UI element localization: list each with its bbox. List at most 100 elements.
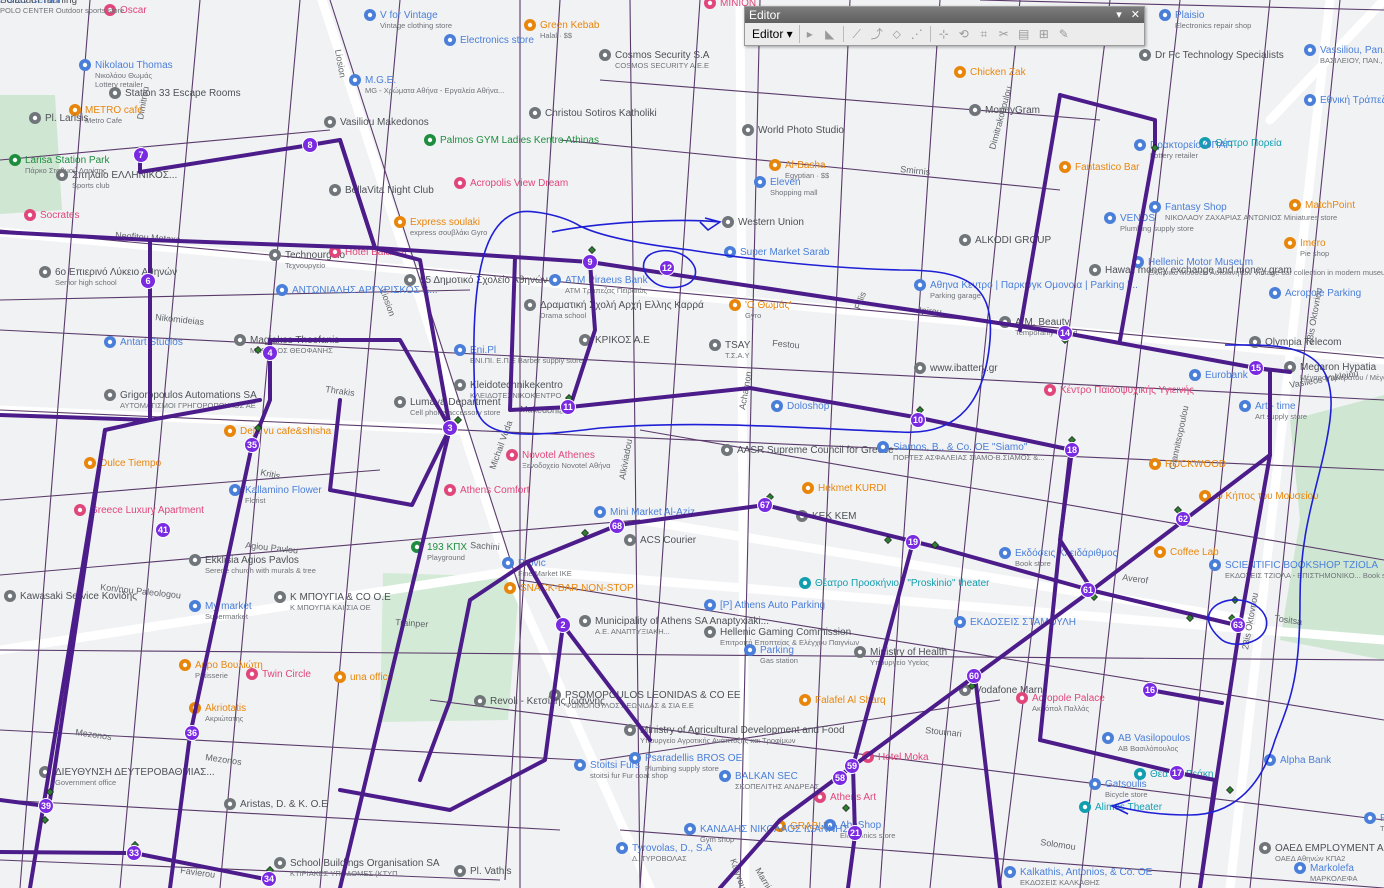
route-node[interactable]: 21: [847, 825, 863, 841]
reshape-icon[interactable]: ⌗: [976, 26, 992, 42]
route-node[interactable]: 61: [1080, 582, 1096, 598]
route-node[interactable]: 33: [126, 845, 142, 861]
poi-marker[interactable]: ΕΚΔΟΣΕΙΣ ΣΤΑΜΟΥΛΗ: [954, 616, 1076, 628]
route-node[interactable]: 68: [609, 518, 625, 534]
route-node[interactable]: 39: [38, 798, 54, 814]
rotate-tool-icon[interactable]: ⟲: [956, 26, 972, 42]
cut-polygons-icon[interactable]: ✂: [996, 26, 1012, 42]
poi-subtitle: Vintage clothing store: [380, 21, 452, 30]
map-canvas[interactable]: Neofitou MetaxaNikomideiasThrakisKritisM…: [0, 0, 1384, 888]
poi-pin-dot: [962, 237, 968, 243]
poi-marker[interactable]: Pl. Larisis: [29, 112, 88, 124]
poi-marker[interactable]: Dr Pc Technology Specialists: [1139, 49, 1284, 61]
poi-marker[interactable]: Station 33 Escape Rooms: [109, 87, 241, 99]
poi-name: Megaron Hypatia: [1300, 362, 1377, 373]
poi-marker[interactable]: Eurobank: [1189, 369, 1249, 381]
poi-marker[interactable]: Aristas, D. & K. O.E: [224, 798, 328, 810]
poi-marker[interactable]: Revoli - Κετσίλης Ιωάννης: [474, 695, 605, 707]
route-node[interactable]: 18: [1064, 442, 1080, 458]
close-icon[interactable]: ✕: [1131, 7, 1140, 23]
poi-marker[interactable]: Coffee Lab: [1154, 546, 1219, 558]
sketch-properties-icon[interactable]: ⊞: [1036, 26, 1052, 42]
route-node[interactable]: 17: [1169, 765, 1185, 781]
endpoint-arc-icon[interactable]: ⤴: [869, 26, 885, 42]
poi-subtitle: ΚΤΙΡΙΑΚΕΣ ΥΠΟΔΟΜΕΣ (ΚΤΥΠ...: [290, 869, 404, 878]
poi-marker[interactable]: SNACK-BAR NON-STOP: [504, 582, 634, 594]
poi-marker[interactable]: Palmos GYM Ladies Kentro Athinas: [424, 134, 599, 146]
editor-titlebar[interactable]: Editor ▾ ✕: [745, 7, 1144, 23]
route-node[interactable]: 63: [1230, 617, 1246, 633]
poi-marker[interactable]: World Photo Studio: [742, 124, 844, 136]
poi-marker[interactable]: MatchPoint: [1289, 199, 1355, 211]
poi-marker[interactable]: Vasiliou Makedonos: [324, 116, 429, 128]
poi-marker[interactable]: Acropolis View Dream: [454, 177, 568, 189]
route-node[interactable]: 35: [244, 437, 260, 453]
route-node[interactable]: 16: [1142, 682, 1158, 698]
edit-vertices-icon[interactable]: ◣: [822, 26, 838, 42]
poi-marker[interactable]: Θέατρο Προσκήνιο / "Proskinio" theater: [799, 577, 990, 589]
poi-pin-dot: [712, 342, 718, 348]
route-node[interactable]: 9: [582, 254, 598, 270]
poi-marker[interactable]: Cosmos Security S.ACOSMOS SECURITY A.E.E: [599, 49, 710, 70]
poi-marker[interactable]: Siamos, B., & Co. OE "Siamo"ΠΟΡΤΕΣ ΑΣΦΑΛ…: [877, 441, 1045, 462]
route-node[interactable]: 36: [184, 725, 200, 741]
route-node[interactable]: 62: [1175, 511, 1191, 527]
poi-name: ΑΝΤΩΝΙΑΔΗΣ ΑΡΓΥΡΙΣΚΟΣ &...: [292, 285, 438, 296]
poi-marker[interactable]: una office: [334, 671, 394, 683]
route-node[interactable]: 6: [140, 273, 156, 289]
route-node[interactable]: 60: [966, 668, 982, 684]
poi-marker[interactable]: [P] Athens Auto Parking: [704, 599, 825, 611]
poi-marker[interactable]: Pl. Vathis: [454, 865, 512, 877]
attributes-icon[interactable]: ▤: [1016, 26, 1032, 42]
route-node[interactable]: 12: [659, 260, 675, 276]
poi-marker[interactable]: Athens Art: [814, 791, 876, 803]
poi-marker[interactable]: Socrates: [24, 209, 79, 221]
poi-name: Grigoropoulos Automations SA: [120, 390, 257, 401]
poi-marker[interactable]: Ekklisia Agios PavlosSerene church with …: [189, 554, 316, 575]
route-node[interactable]: 7: [133, 147, 149, 163]
route-node[interactable]: 67: [757, 497, 773, 513]
poi-marker[interactable]: Κέντρο Παιδοψυχικής Υγιεινής: [1044, 384, 1194, 396]
route-node[interactable]: 3: [442, 420, 458, 436]
dropdown-icon[interactable]: ▾: [1116, 7, 1122, 23]
route-node[interactable]: 14: [1057, 325, 1073, 341]
route-node[interactable]: 11: [560, 399, 576, 415]
poi-marker[interactable]: Deja vu cafe&shisha: [224, 425, 332, 437]
poi-marker[interactable]: Christou Sotiros Katholiki: [529, 107, 657, 119]
route-node[interactable]: 41: [155, 522, 171, 538]
route-node-label: 60: [969, 671, 979, 681]
split-tool-icon[interactable]: ⊹: [936, 26, 952, 42]
editor-toolbar-window[interactable]: Editor ▾ ✕ Editor ▾ ▸ ◣ ⟋ ⤴ ⬦ ⋰ ⊹ ⟲ ⌗ ✂ …: [744, 6, 1145, 46]
poi-subtitle: Τράπεζα Πειραιώς: [1380, 824, 1384, 833]
route-node[interactable]: 15: [1248, 360, 1264, 376]
poi-marker[interactable]: Alpha Bank: [1264, 754, 1332, 766]
poi-marker[interactable]: Magiakos TheofanisΜΑΓΙΑΚΟΣ ΘΕΟΦΑΝΗΣ: [234, 334, 339, 355]
poi-marker[interactable]: BellaVita Night Club: [329, 184, 434, 196]
route-node[interactable]: 10: [910, 412, 926, 428]
route-node[interactable]: 8: [302, 137, 318, 153]
poi-marker[interactable]: Hellenic Gaming CommissionΕπιτροπή Εποπτ…: [704, 626, 859, 647]
poi-marker[interactable]: Grigoropoulos Automations SAΑΥΤΟΜΑΤΙΣΜΟΙ…: [104, 389, 257, 410]
poi-pin-dot: [427, 137, 433, 143]
poi-pin-dot: [1105, 735, 1111, 741]
poi-marker[interactable]: Super Market Sarab: [724, 246, 830, 258]
route-node[interactable]: 58: [832, 770, 848, 786]
trace-icon[interactable]: ⬦: [889, 26, 905, 42]
point-tool-icon[interactable]: ⋰: [909, 26, 925, 42]
poi-marker[interactable]: ΑΝΤΩΝΙΑΔΗΣ ΑΡΓΥΡΙΣΚΟΣ &...: [276, 284, 438, 296]
editor-menu-button[interactable]: Editor ▾: [748, 25, 800, 43]
straight-segment-icon[interactable]: ⟋: [849, 26, 865, 42]
create-features-icon[interactable]: ✎: [1056, 26, 1072, 42]
route-node[interactable]: 2: [555, 617, 571, 633]
route-node[interactable]: 34: [261, 871, 277, 887]
poi-name: Cosmos Security S.A: [615, 50, 710, 61]
pointer-tool-icon[interactable]: ▸: [802, 26, 818, 42]
poi-pin-dot: [42, 269, 48, 275]
poi-marker[interactable]: SCIENTIFIC BOOKSHOP TZIOLAΕΚΔΟΣΕΙΣ ΤΖΙΟΛ…: [1209, 559, 1384, 580]
route-node[interactable]: 4: [262, 345, 278, 361]
route-node[interactable]: 19: [905, 534, 921, 550]
poi-marker[interactable]: Kawasaki Service Κονίδης: [4, 590, 137, 602]
route-node[interactable]: 59: [844, 758, 860, 774]
poi-marker[interactable]: AASR Supreme Council for Greece: [721, 444, 894, 456]
poi-marker[interactable]: Solarium Tanning: [0, 0, 77, 6]
